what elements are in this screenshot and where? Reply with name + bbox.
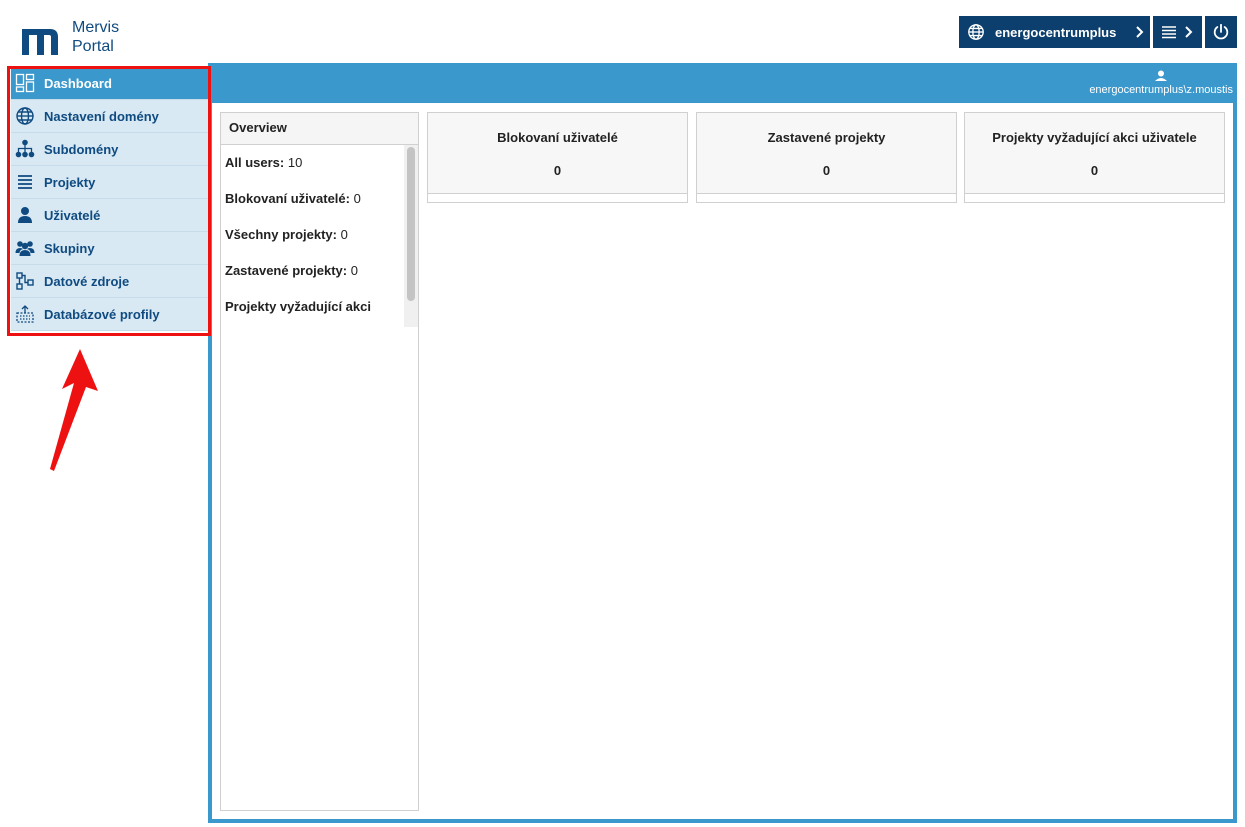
mervis-logo-icon [22,29,58,55]
dashboard-icon [15,73,35,93]
card-projekty-vyzadujici-akci[interactable]: Projekty vyžadující akci uživatele 0 [964,112,1225,203]
sidebar-item-databazove-profily[interactable]: Databázové profily [11,298,208,331]
logo-text: Mervis Portal [72,18,119,56]
sidebar-item-nastaveni-domeny[interactable]: Nastavení domény [11,100,208,133]
current-user-name: energocentrumplus\z.moustis [1089,84,1233,96]
card-value: 0 [553,163,562,178]
sidebar-item-skupiny[interactable]: Skupiny [11,232,208,265]
overview-row-value: 0 [350,263,358,278]
overview-row-label: Projekty vyžadující akci [225,299,371,314]
data-source-icon [15,271,35,291]
card-title: Blokovaní uživatelé [497,130,618,145]
sidebar-nav: Dashboard Nastavení domény Subdomény Pro… [11,67,208,332]
main-menu-button[interactable] [1153,16,1202,48]
overview-row-label: Blokovaní uživatelé: [225,191,350,206]
overview-row-value: 10 [287,155,303,170]
overview-row: Projekty vyžadující akci [221,289,418,325]
overview-scrollbar[interactable] [404,145,418,327]
card-blokovani-uzivatele[interactable]: Blokovaní uživatelé 0 [427,112,688,203]
current-user[interactable]: energocentrumplus\z.moustis [1089,70,1233,96]
sidebar-item-label: Projekty [44,174,96,190]
globe-icon [968,24,984,40]
list-icon [15,172,35,192]
globe-icon [15,106,35,126]
logo-line-1: Mervis [72,19,120,36]
overview-row-value: 0 [340,227,348,242]
domain-selector-button[interactable]: energocentrumplus [959,16,1150,48]
overview-scrollbar-thumb[interactable] [407,147,415,301]
card-value: 0 [822,163,831,178]
overview-row: All users: 10 [221,145,418,181]
sidebar-item-label: Databázové profily [44,306,160,322]
users-group-icon [15,238,35,258]
sidebar-item-label: Uživatelé [44,207,101,223]
sidebar-item-label: Nastavení domény [44,108,159,124]
domain-selector-label: energocentrumplus [995,24,1117,40]
overview-row-label: Všechny projekty: [225,227,337,242]
card-footer [965,193,1224,202]
overview-row-label: Zastavené projekty: [225,263,348,278]
power-icon [1213,23,1229,40]
mervis-logo[interactable]: Mervis Portal [20,18,119,57]
overview-row-value: 0 [353,191,361,206]
overview-row: Blokovaní uživatelé: 0 [221,181,418,217]
overview-row: Zastavené projekty: 0 [221,253,418,289]
card-zastavene-projekty[interactable]: Zastavené projekty 0 [696,112,957,203]
sidebar-item-datove-zdroje[interactable]: Datové zdroje [11,265,208,298]
user-icon [15,205,35,225]
card-title: Projekty vyžadující akci uživatele [992,130,1197,145]
database-icon [15,304,35,324]
overview-title: Overview [221,113,418,145]
overview-row-label: All users: [225,155,285,170]
chevron-right-icon [1185,26,1193,38]
sidebar-item-projekty[interactable]: Projekty [11,166,208,199]
user-icon [1155,70,1168,81]
sidebar-item-dashboard[interactable]: Dashboard [11,67,208,100]
hierarchy-icon [15,139,35,159]
chevron-right-icon [1136,26,1144,38]
sidebar-item-label: Datové zdroje [44,273,130,289]
main-header-bar: energocentrumplus\z.moustis [208,63,1237,103]
hamburger-icon [1162,26,1176,39]
logo-line-2: Portal [72,38,114,55]
sidebar-item-uzivatele[interactable]: Uživatelé [11,199,208,232]
card-value: 0 [1090,163,1099,178]
sidebar-item-label: Skupiny [44,240,95,256]
overview-panel: Overview All users: 10 Blokovaní uživate… [220,112,419,811]
card-footer [428,193,687,202]
sidebar-item-subdomeny[interactable]: Subdomény [11,133,208,166]
sidebar-item-label: Dashboard [44,75,112,91]
sidebar-item-label: Subdomény [44,141,119,157]
card-title: Zastavené projekty [767,130,886,145]
overview-row: Všechny projekty: 0 [221,217,418,253]
card-footer [697,193,956,202]
overview-list[interactable]: All users: 10 Blokovaní uživatelé: 0 Vše… [221,145,418,327]
red-arrow-annotation [50,349,98,471]
logout-button[interactable] [1205,16,1237,48]
